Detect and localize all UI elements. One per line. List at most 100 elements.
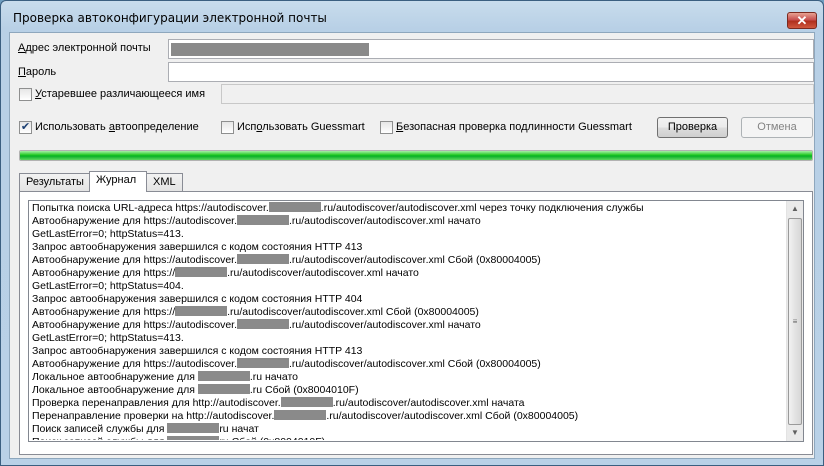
title-bar[interactable]: Проверка автоконфигурации электронной по… xyxy=(1,1,823,31)
redacted-domain xyxy=(237,254,289,264)
log-line: Поиск записей службы для ru Сбой (0x8004… xyxy=(32,436,784,440)
log-text: Поиск записей службы для xyxy=(32,436,167,440)
email-field[interactable] xyxy=(168,39,814,59)
log-text: ru начат xyxy=(219,423,259,435)
log-text: Автообнаружение для https://autodiscover… xyxy=(32,358,237,370)
close-button[interactable]: ✕ xyxy=(787,12,817,29)
secure-guessmart-label: Безопасная проверка подлинности Guessmar… xyxy=(396,121,632,133)
checkmark-icon: ✔ xyxy=(20,121,31,133)
progress-bar xyxy=(19,150,813,161)
redacted-domain xyxy=(237,319,289,329)
autodiscover-label: Использовать автоопределение xyxy=(35,121,199,133)
close-icon: ✕ xyxy=(796,13,808,28)
log-text: Запрос автообнаружения завершился с кодо… xyxy=(32,241,363,253)
log-line: GetLastError=0; httpStatus=404. xyxy=(32,280,784,293)
secure-guessmart-checkbox[interactable] xyxy=(380,121,393,134)
log-line: GetLastError=0; httpStatus=413. xyxy=(32,332,784,345)
log-line: Поиск записей службы для ru начат xyxy=(32,423,784,436)
legacy-dn-checkbox[interactable] xyxy=(19,88,32,101)
log-textbox[interactable]: Попытка поиска URL-адреса https://autodi… xyxy=(28,200,804,442)
redacted-domain xyxy=(197,371,250,381)
log-text: .ru/autodiscover/autodiscover.xml начато xyxy=(289,215,481,227)
redacted-domain xyxy=(274,410,327,420)
dialog-window: Проверка автоконфигурации электронной по… xyxy=(0,0,824,466)
log-text: GetLastError=0; httpStatus=413. xyxy=(32,332,184,344)
log-text: Локальное автообнаружение для xyxy=(32,384,198,396)
log-text: Локальное автообнаружение для xyxy=(32,371,198,383)
log-text: Автообнаружение для https://autodiscover… xyxy=(32,254,237,266)
cancel-button[interactable]: Отмена xyxy=(741,117,813,138)
log-line: Проверка перенаправления для http://auto… xyxy=(32,397,784,410)
log-line: Запрос автообнаружения завершился с кодо… xyxy=(32,345,784,358)
log-text: Поиск записей службы для xyxy=(32,423,168,435)
log-line: Автообнаружение для https://autodiscover… xyxy=(32,358,784,371)
log-line: Автообнаружение для https://autodiscover… xyxy=(32,319,784,332)
log-text: Перенаправление проверки на http://autod… xyxy=(32,410,275,422)
grip-icon: ≡ xyxy=(792,317,798,326)
email-label: Адрес электронной почты xyxy=(18,42,151,54)
log-line: Автообнаружение для https://autodiscover… xyxy=(32,215,784,228)
log-text: .ru начато xyxy=(249,371,299,383)
redacted-domain xyxy=(197,384,250,394)
log-line: GetLastError=0; httpStatus=413. xyxy=(32,228,784,241)
log-text: Запрос автообнаружения завершился с кодо… xyxy=(32,293,363,305)
arrow-down-icon[interactable]: ▼ xyxy=(787,425,803,441)
log-text: .ru/autodiscover/autodiscover.xml Сбой (… xyxy=(289,254,541,266)
log-text: GetLastError=0; httpStatus=413. xyxy=(32,228,184,240)
redacted-domain xyxy=(268,202,321,212)
log-text: .ru Сбой (0x8004010F) xyxy=(249,384,359,396)
scroll-thumb[interactable]: ≡ xyxy=(788,218,802,425)
log-text: .ru/autodiscover/autodiscover.xml Сбой (… xyxy=(326,410,579,422)
log-text: .ru/autodiscover/autodiscover.xml начато xyxy=(289,319,481,331)
redacted-domain xyxy=(237,215,289,225)
arrow-up-icon[interactable]: ▲ xyxy=(787,201,803,217)
legacy-dn-label: Устаревшее различающееся имя xyxy=(35,88,206,100)
password-field[interactable] xyxy=(168,62,814,82)
redacted-domain xyxy=(280,397,333,407)
log-scrollbar[interactable]: ▲ ≡ ▼ xyxy=(786,201,803,441)
guessmart-checkbox[interactable] xyxy=(221,121,234,134)
log-line: Перенаправление проверки на http://autod… xyxy=(32,410,784,423)
dialog-body: Адрес электронной почты Пароль Устаревше… xyxy=(9,32,815,459)
redacted-domain xyxy=(237,358,289,368)
log-text: Автообнаружение для https:// xyxy=(32,267,176,279)
log-text: .ru/autodiscover/autodiscover.xml Сбой (… xyxy=(227,306,479,318)
redacted-domain xyxy=(175,267,228,277)
log-text: Проверка перенаправления для http://auto… xyxy=(32,397,281,409)
log-text: .ru/autodiscover/autodiscover.xml начато xyxy=(227,267,419,279)
progress-fill xyxy=(20,151,812,160)
log-line: Запрос автообнаружения завершился с кодо… xyxy=(32,293,784,306)
log-text: ru Сбой (0x8004010F) xyxy=(219,436,325,440)
log-line: Локальное автообнаружение для .ru начато xyxy=(32,371,784,384)
log-line: Автообнаружение для https://autodiscover… xyxy=(32,254,784,267)
test-button[interactable]: Проверка xyxy=(657,117,728,138)
log-tab-panel: Попытка поиска URL-адреса https://autodi… xyxy=(19,191,813,455)
log-text: Автообнаружение для https://autodiscover… xyxy=(32,319,237,331)
log-text: Запрос автообнаружения завершился с кодо… xyxy=(32,345,363,357)
redacted-domain xyxy=(167,436,220,440)
log-text: .ru/autodiscover/autodiscover.xml Сбой (… xyxy=(289,358,541,370)
tab-log[interactable]: Журнал xyxy=(89,171,147,192)
log-lines: Попытка поиска URL-адреса https://autodi… xyxy=(32,202,784,440)
autodiscover-checkbox[interactable]: ✔ xyxy=(19,121,32,134)
tab-xml[interactable]: XML xyxy=(146,173,183,192)
guessmart-label: Использовать Guessmart xyxy=(237,121,365,133)
log-line: Автообнаружение для https:// .ru/autodisc… xyxy=(32,267,784,280)
log-line: Попытка поиска URL-адреса https://autodi… xyxy=(32,202,784,215)
log-line: Локальное автообнаружение для .ru Сбой (… xyxy=(32,384,784,397)
redacted-email xyxy=(171,43,369,56)
redacted-domain xyxy=(175,306,228,316)
log-text: GetLastError=0; httpStatus=404. xyxy=(32,280,184,292)
window-title: Проверка автоконфигурации электронной по… xyxy=(13,11,327,25)
log-line: Запрос автообнаружения завершился с кодо… xyxy=(32,241,784,254)
tab-results[interactable]: Результаты xyxy=(19,173,90,192)
redacted-domain xyxy=(167,423,220,433)
log-text: Автообнаружение для https:// xyxy=(32,306,176,318)
legacy-dn-field[interactable] xyxy=(221,84,814,104)
log-text: Попытка поиска URL-адреса https://autodi… xyxy=(32,202,269,214)
password-label: Пароль xyxy=(18,66,57,78)
log-text: .ru/autodiscover/autodiscover.xml начата xyxy=(332,397,525,409)
log-text: .ru/autodiscover/autodiscover.xml через … xyxy=(320,202,644,214)
log-line: Автообнаружение для https:// .ru/autodisc… xyxy=(32,306,784,319)
log-text: Автообнаружение для https://autodiscover… xyxy=(32,215,237,227)
